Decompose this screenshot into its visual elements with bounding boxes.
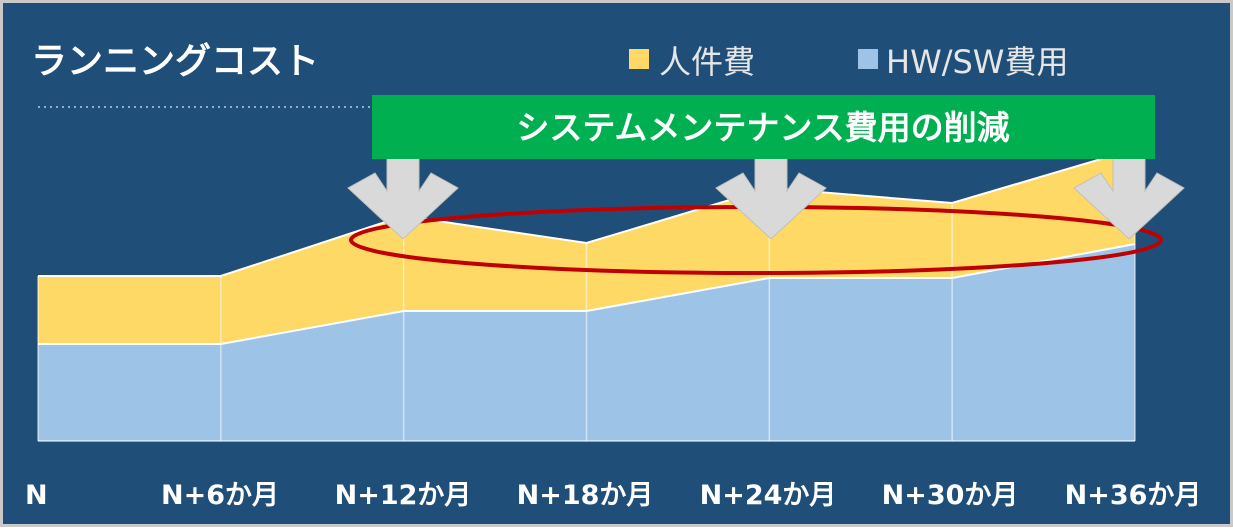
reduction-banner-label: システムメンテナンス費用の削減 bbox=[516, 108, 1009, 147]
x-tick-label: N+6か月 bbox=[161, 480, 279, 511]
x-tick-label: N+24か月 bbox=[700, 480, 837, 511]
x-tick-label: N+18か月 bbox=[517, 480, 654, 511]
x-tick-label: N+30か月 bbox=[882, 480, 1019, 511]
legend-swatch-hwsw bbox=[858, 49, 878, 69]
chart-title: ランニングコスト bbox=[31, 41, 319, 82]
x-tick-label: N+36か月 bbox=[1065, 480, 1202, 511]
legend-label-hwsw: HW/SW費用 bbox=[886, 43, 1068, 81]
legend-label-personnel: 人件費 bbox=[659, 43, 755, 81]
x-tick-label: N bbox=[25, 480, 48, 511]
chart-frame: ランニングコスト 人件費 HW/SW費用 N N+6か月 N+12か月 N+18か月 N… bbox=[0, 0, 1233, 527]
legend-swatch-personnel bbox=[629, 49, 649, 69]
running-cost-chart: ランニングコスト 人件費 HW/SW費用 N N+6か月 N+12か月 N+18か月 N… bbox=[25, 41, 1202, 511]
legend: 人件費 HW/SW費用 bbox=[629, 43, 1068, 81]
x-tick-label: N+12か月 bbox=[335, 480, 472, 511]
